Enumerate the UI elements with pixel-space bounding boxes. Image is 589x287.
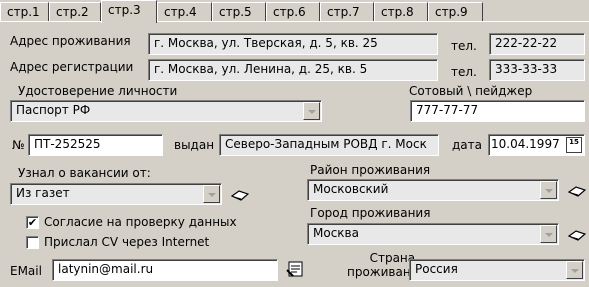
tab-label: стр.7 bbox=[327, 5, 360, 19]
tab-label: стр.4 bbox=[164, 5, 197, 19]
send-email-icon[interactable] bbox=[285, 260, 305, 278]
city-select[interactable]: Москва bbox=[307, 223, 559, 245]
cv-internet-label: Прислал CV через Internet bbox=[44, 235, 210, 249]
issued-label: выдан bbox=[174, 138, 215, 152]
date-label: дата bbox=[452, 138, 482, 152]
country-dropdown-button[interactable] bbox=[566, 261, 583, 279]
district-label: Район проживания bbox=[310, 163, 431, 177]
tab-page-4[interactable]: стр.4 bbox=[157, 2, 212, 22]
consent-checkbox[interactable]: ✔ bbox=[26, 216, 39, 229]
issue-date-field[interactable]: 10.04.1997 15 bbox=[488, 134, 585, 156]
issued-by-field[interactable]: Северо-Западным РОВД г. Моск bbox=[219, 134, 439, 156]
vacancy-source-value: Из газет bbox=[16, 186, 70, 200]
registration-address-label: Адрес регистрации bbox=[10, 60, 134, 74]
tab-label: стр.1 bbox=[7, 5, 40, 19]
tab-label: стр.5 bbox=[219, 5, 252, 19]
tab-divider bbox=[0, 21, 589, 22]
phone-field-2[interactable]: 333-33-33 bbox=[489, 59, 585, 81]
tab-page-5[interactable]: стр.5 bbox=[212, 2, 266, 22]
district-dropdown-button[interactable] bbox=[540, 181, 557, 199]
city-dropdown-button[interactable] bbox=[540, 225, 557, 243]
identity-doc-value: Паспорт РФ bbox=[16, 103, 91, 117]
registration-address-field[interactable]: г. Москва, ул. Ленина, д. 25, кв. 5 bbox=[148, 59, 438, 81]
phone-label-2: тел. bbox=[451, 65, 477, 79]
district-book-icon[interactable] bbox=[567, 182, 587, 200]
vacancy-book-icon[interactable] bbox=[230, 186, 250, 204]
city-book-icon[interactable] bbox=[567, 226, 587, 244]
living-address-field[interactable]: г. Москва, ул. Тверская, д. 5, кв. 25 bbox=[148, 33, 438, 55]
passport-number-field[interactable]: ПТ-252525 bbox=[28, 134, 163, 156]
mobile-field[interactable]: 777-77-77 bbox=[410, 100, 585, 122]
tab-page-6[interactable]: стр.6 bbox=[266, 2, 320, 22]
identity-doc-label: Удостоверение личности bbox=[18, 84, 178, 98]
vacancy-source-label: Узнал о вакансии от: bbox=[18, 166, 151, 180]
tab-label: стр.8 bbox=[381, 5, 414, 19]
tab-page-2[interactable]: стр.2 bbox=[49, 2, 101, 22]
tab-label: стр.3 bbox=[108, 3, 141, 17]
tab-page-3[interactable]: стр.3 bbox=[101, 0, 157, 23]
vacancy-source-dropdown-button[interactable] bbox=[203, 185, 220, 203]
issue-date-value: 10.04.1997 bbox=[491, 137, 560, 151]
calendar-icon[interactable]: 15 bbox=[566, 137, 582, 153]
passport-number-label: № bbox=[12, 138, 25, 152]
tab-page-8[interactable]: стр.8 bbox=[374, 2, 428, 22]
tab-page-1[interactable]: стр.1 bbox=[0, 2, 49, 22]
tab-label: стр.6 bbox=[273, 5, 306, 19]
living-address-label: Адрес проживания bbox=[10, 34, 131, 48]
country-select[interactable]: Россия bbox=[409, 259, 585, 281]
tab-bar: стр.1 стр.2 стр.3 стр.4 стр.5 стр.6 стр.… bbox=[0, 0, 589, 23]
tab-page-9[interactable]: стр.9 bbox=[428, 2, 483, 22]
district-select[interactable]: Московский bbox=[307, 179, 559, 201]
consent-label: Согласие на проверку данных bbox=[44, 215, 237, 229]
tab-label: стр.2 bbox=[56, 5, 89, 19]
city-label: Город проживания bbox=[310, 206, 431, 220]
tab-label: стр.9 bbox=[435, 5, 468, 19]
phone-field-1[interactable]: 222-22-22 bbox=[489, 33, 585, 55]
email-label: EMail bbox=[10, 264, 42, 278]
cv-internet-checkbox[interactable] bbox=[26, 236, 39, 249]
district-value: Московский bbox=[313, 182, 389, 196]
phone-label-1: тел. bbox=[451, 39, 477, 53]
vacancy-source-select[interactable]: Из газет bbox=[10, 183, 222, 205]
identity-doc-dropdown-button[interactable] bbox=[303, 102, 320, 120]
city-value: Москва bbox=[313, 226, 359, 240]
email-field[interactable]: latynin@mail.ru bbox=[52, 259, 278, 281]
mobile-label: Сотовый \ пейджер bbox=[409, 84, 533, 98]
identity-doc-select[interactable]: Паспорт РФ bbox=[10, 100, 322, 122]
country-value: Россия bbox=[415, 262, 458, 276]
tab-page-7[interactable]: стр.7 bbox=[320, 2, 374, 22]
